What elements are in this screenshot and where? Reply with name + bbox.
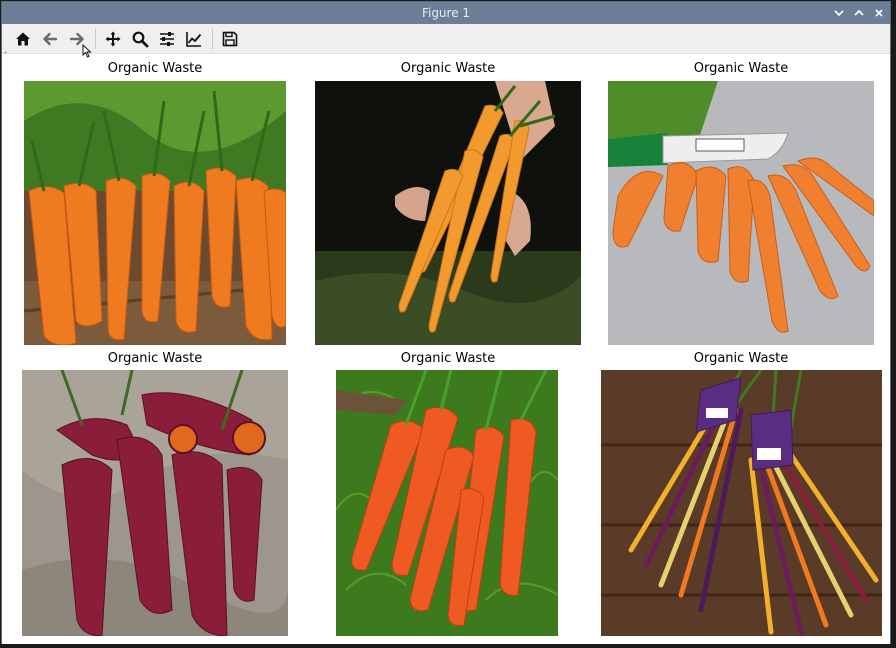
close-icon: [875, 9, 883, 17]
save-button[interactable]: [219, 28, 241, 50]
title-bar[interactable]: Figure 1: [2, 2, 890, 24]
arrow-left-icon: [43, 32, 58, 45]
subplot-title: Organic Waste: [107, 351, 203, 366]
subplot-image: [601, 370, 882, 636]
floppy-disk-icon: [222, 31, 238, 46]
subplots-button[interactable]: [156, 28, 178, 50]
subplot-title: Organic Waste: [693, 351, 789, 366]
chevron-down-icon: [834, 10, 844, 17]
zoom-button[interactable]: [129, 28, 151, 50]
magnifier-icon: [132, 31, 149, 47]
edit-axis-button[interactable]: [183, 28, 205, 50]
maximize-button[interactable]: [852, 6, 866, 20]
subplot-image: [608, 81, 874, 345]
sliders-icon: [160, 31, 174, 46]
subplot-title: Organic Waste: [400, 61, 496, 76]
window-controls: [832, 2, 886, 24]
window-title: Figure 1: [421, 6, 471, 20]
subplot-image: [24, 81, 286, 345]
home-button[interactable]: [12, 28, 34, 50]
back-button[interactable]: [39, 28, 61, 50]
subplot-image: [336, 370, 558, 636]
home-icon: [16, 32, 30, 45]
subplot-title: Organic Waste: [400, 351, 496, 366]
minimize-button[interactable]: [832, 6, 846, 20]
pan-button[interactable]: [102, 28, 124, 50]
subplot-title: Organic Waste: [693, 61, 789, 76]
subplot-title: Organic Waste: [107, 61, 203, 76]
toolbar-separator: [95, 28, 96, 49]
navigation-toolbar: [2, 24, 890, 71]
subplot-image: [22, 370, 288, 636]
subplot-image: [315, 81, 581, 345]
close-button[interactable]: [872, 6, 886, 20]
line-chart-icon: [186, 31, 202, 47]
figure-canvas[interactable]: Organic Waste Organic Waste Organic Wast…: [2, 54, 890, 644]
figure-window: Figure 1 Organic Waste Organic Waste Org…: [1, 1, 891, 644]
mouse-cursor-icon: [82, 44, 92, 58]
move-icon: [105, 31, 121, 46]
chevron-up-icon: [854, 9, 864, 16]
toolbar-separator: [212, 28, 213, 49]
